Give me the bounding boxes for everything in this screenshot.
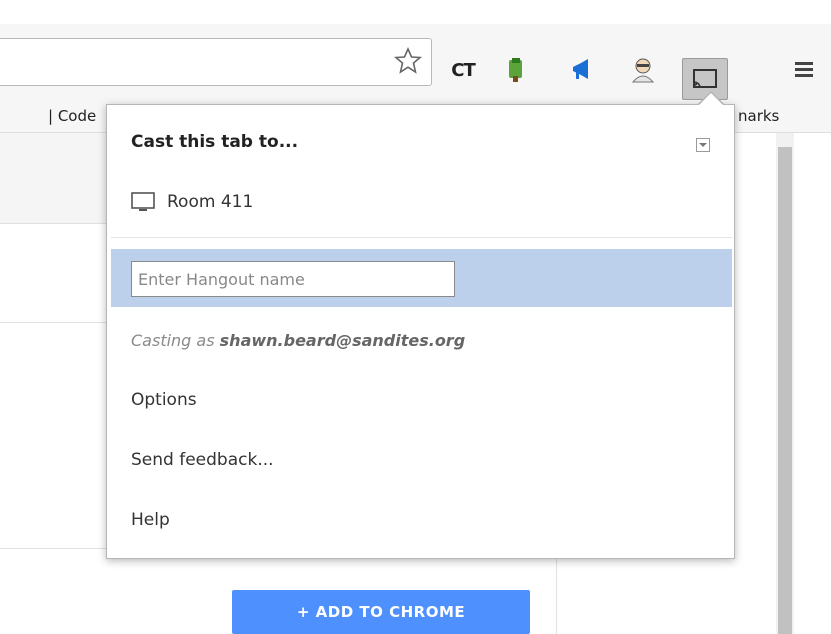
help-item[interactable]: Help bbox=[131, 510, 170, 530]
browser-toolbar: CT bbox=[0, 24, 831, 100]
address-bar[interactable] bbox=[0, 38, 432, 86]
menu-icon bbox=[795, 62, 813, 77]
add-to-chrome-button[interactable]: + ADD TO CHROME bbox=[232, 590, 530, 634]
cast-icon bbox=[693, 69, 717, 88]
tv-icon bbox=[131, 192, 155, 211]
other-bookmarks-label[interactable]: narks bbox=[738, 107, 779, 125]
browser-window: CT | Code narks + ADD TO CHROME Cast thi… bbox=[0, 0, 831, 634]
popup-arrow-fill bbox=[699, 93, 723, 105]
casting-account: shawn.beard@sandites.org bbox=[219, 331, 466, 350]
chrome-menu-button[interactable] bbox=[788, 54, 820, 86]
announce-icon[interactable] bbox=[565, 54, 597, 86]
ct-extension-icon[interactable]: CT bbox=[447, 54, 479, 86]
device-room-411[interactable]: Room 411 bbox=[131, 187, 253, 217]
ct-extension-label: CT bbox=[451, 59, 475, 81]
device-name: Room 411 bbox=[167, 192, 254, 212]
casting-as-text: Casting as shawn.beard@sandites.org bbox=[131, 331, 465, 350]
chevron-down-icon bbox=[699, 143, 707, 147]
send-feedback-item[interactable]: Send feedback... bbox=[131, 450, 274, 470]
hangout-name-input[interactable] bbox=[131, 261, 455, 297]
bookmark-item[interactable]: | Code bbox=[48, 107, 96, 125]
hangout-row bbox=[111, 249, 732, 307]
collapse-button[interactable] bbox=[696, 138, 710, 152]
popup-title: Cast this tab to... bbox=[131, 132, 299, 152]
avatar-extension-icon[interactable] bbox=[627, 54, 659, 86]
star-icon[interactable] bbox=[393, 46, 423, 76]
cast-popup: Cast this tab to... Room 411 Casting as … bbox=[106, 104, 735, 559]
evernote-icon[interactable] bbox=[500, 54, 532, 86]
scrollbar-thumb[interactable] bbox=[778, 147, 792, 634]
divider bbox=[111, 237, 732, 238]
options-item[interactable]: Options bbox=[131, 390, 197, 410]
casting-as-prefix: Casting as bbox=[131, 331, 215, 350]
